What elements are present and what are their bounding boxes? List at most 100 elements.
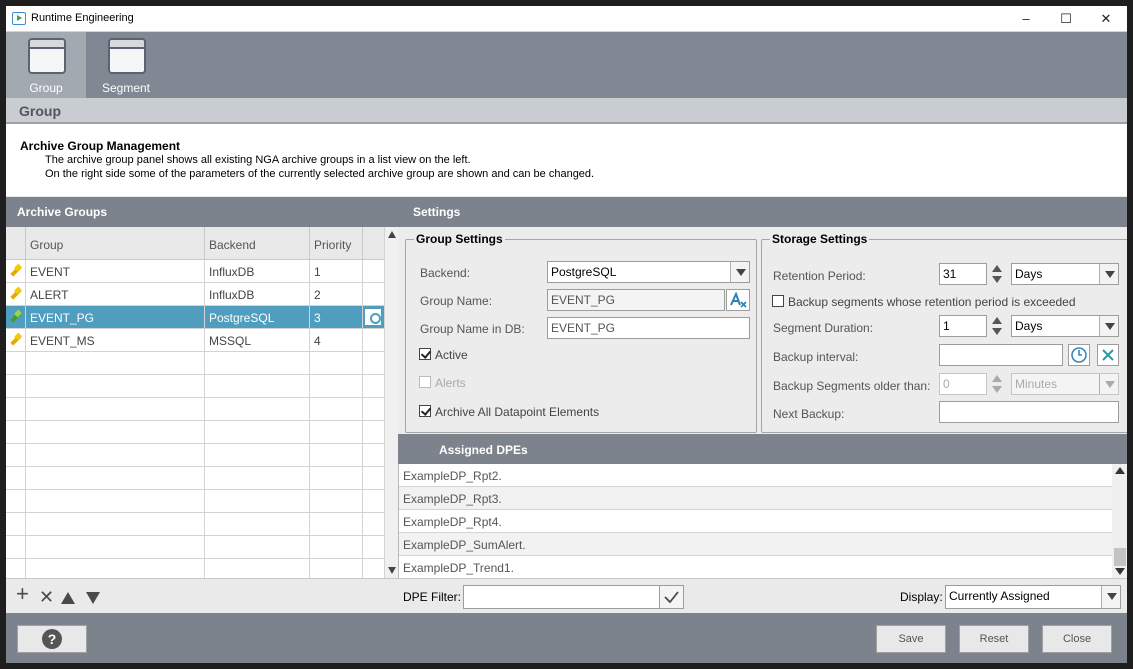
move-up-icon[interactable] (61, 592, 75, 604)
cell-empty (310, 444, 363, 466)
list-item[interactable]: ExampleDP_Rpt3. (399, 487, 1112, 510)
next-backup-label: Next Backup: (773, 407, 845, 421)
backup-older-input[interactable]: 0 (939, 373, 987, 395)
cell-group: EVENT_MS (26, 329, 205, 351)
column-header-priority[interactable]: Priority (310, 227, 363, 260)
plug-icon (10, 288, 22, 300)
app-icon (12, 12, 26, 25)
cell-group: ALERT (26, 283, 205, 305)
scroll-up-icon[interactable] (1115, 467, 1125, 474)
add-group-button[interactable]: + (16, 583, 29, 605)
window-icon (108, 38, 146, 74)
row-marker (6, 444, 26, 466)
list-item[interactable]: ExampleDP_SumAlert. (399, 533, 1112, 556)
group-settings-box: Group Settings Backend: PostgreSQL Group… (405, 232, 757, 433)
close-window-button[interactable]: ✕ (1086, 6, 1126, 32)
alerts-checkbox[interactable] (419, 376, 431, 388)
group-name-field[interactable]: EVENT_PG (547, 289, 725, 311)
apply-filter-icon[interactable] (659, 585, 684, 609)
section-title: Group (6, 98, 1127, 124)
retention-spinner-icon[interactable] (989, 263, 1005, 285)
dpe-filter-input[interactable] (463, 585, 660, 609)
cell-empty (26, 375, 205, 397)
backup-interval-input[interactable] (939, 344, 1063, 366)
list-item[interactable]: ExampleDP_Rpt4. (399, 510, 1112, 533)
rename-svg-icon (730, 291, 747, 308)
minimize-button[interactable]: – (1006, 6, 1046, 32)
list-item[interactable]: ExampleDP_Trend1. (399, 556, 1112, 578)
row-marker (6, 513, 26, 535)
column-header-group[interactable]: Group (26, 227, 205, 260)
scroll-down-icon[interactable] (388, 567, 396, 574)
cell-empty (205, 536, 310, 558)
backend-value: PostgreSQL (551, 265, 617, 279)
description-panel: Archive Group Management The archive gro… (6, 124, 1127, 196)
chevron-down-icon[interactable] (1099, 374, 1118, 394)
cell-empty (205, 398, 310, 420)
backend-select[interactable]: PostgreSQL (547, 261, 750, 283)
row-marker (6, 559, 26, 578)
rename-icon[interactable] (726, 289, 750, 311)
segment-duration-spinner-icon[interactable] (989, 315, 1005, 337)
cell-empty (26, 398, 205, 420)
clear-icon[interactable] (1097, 344, 1119, 366)
reset-button[interactable]: Reset (959, 625, 1029, 653)
table-scrollbar[interactable] (384, 227, 398, 578)
chevron-down-icon[interactable] (1099, 264, 1118, 284)
maximize-button[interactable]: ☐ (1046, 6, 1086, 32)
cell-empty (205, 352, 310, 374)
toolbar-segment-button[interactable]: Segment (86, 32, 166, 98)
help-button[interactable]: ? (17, 625, 87, 653)
display-value: Currently Assigned (949, 589, 1050, 603)
window-title: Runtime Engineering (31, 12, 134, 24)
move-down-icon[interactable] (86, 592, 100, 604)
close-button[interactable]: Close (1042, 625, 1112, 653)
toolbar-group-label: Group (29, 81, 63, 95)
list-item[interactable]: ExampleDP_Rpt2. (399, 464, 1112, 487)
cell-empty (205, 490, 310, 512)
empty-row (6, 375, 384, 398)
table-row[interactable]: ALERT InfluxDB 2 (6, 283, 384, 306)
toolbar: Group Segment (6, 32, 1127, 98)
chevron-down-icon[interactable] (730, 262, 749, 282)
retention-period-input[interactable]: 31 (939, 263, 987, 285)
group-name-db-field[interactable]: EVENT_PG (547, 317, 750, 339)
dpe-scrollbar[interactable] (1112, 464, 1127, 578)
scroll-thumb[interactable] (1114, 548, 1126, 566)
archive-all-checkbox[interactable] (419, 405, 431, 417)
group-name-db-label: Group Name in DB: (420, 322, 525, 336)
plug-connected-icon (10, 311, 22, 323)
backend-label: Backend: (420, 266, 471, 280)
remove-group-button[interactable]: ✕ (39, 588, 54, 606)
row-marker (6, 306, 26, 328)
table-row[interactable]: EVENT InfluxDB 1 (6, 260, 384, 283)
cell-empty (26, 490, 205, 512)
toolbar-group-button[interactable]: Group (6, 32, 86, 98)
chevron-down-icon[interactable] (1101, 586, 1120, 608)
backup-exceeded-checkbox[interactable] (772, 295, 784, 307)
retention-unit-select[interactable]: Days (1011, 263, 1119, 285)
empty-row (6, 352, 384, 375)
title-bar: Runtime Engineering – ☐ ✕ (6, 6, 1127, 32)
display-select[interactable]: Currently Assigned (945, 585, 1121, 609)
table-row-selected[interactable]: EVENT_PG PostgreSQL 3 (6, 306, 384, 329)
table-header: Group Backend Priority (6, 227, 384, 260)
segment-duration-input[interactable]: 1 (939, 315, 987, 337)
scroll-down-icon[interactable] (1115, 568, 1125, 575)
backup-older-unit-select[interactable]: Minutes (1011, 373, 1119, 395)
save-button[interactable]: Save (876, 625, 946, 653)
backup-older-spinner-icon[interactable] (989, 373, 1005, 395)
chevron-down-icon[interactable] (1099, 316, 1118, 336)
active-checkbox[interactable] (419, 348, 431, 360)
scroll-up-icon[interactable] (388, 231, 396, 238)
cell-empty (310, 536, 363, 558)
table-row[interactable]: EVENT_MS MSSQL 4 (6, 329, 384, 352)
plug-icon (10, 265, 22, 277)
cell-group: EVENT (26, 260, 205, 282)
clock-icon[interactable] (1068, 344, 1090, 366)
row-settings-icon[interactable] (364, 308, 382, 326)
column-header-backend[interactable]: Backend (205, 227, 310, 260)
footer-bar: ? Save Reset Close (6, 613, 1127, 663)
row-marker (6, 352, 26, 374)
segment-duration-unit-select[interactable]: Days (1011, 315, 1119, 337)
